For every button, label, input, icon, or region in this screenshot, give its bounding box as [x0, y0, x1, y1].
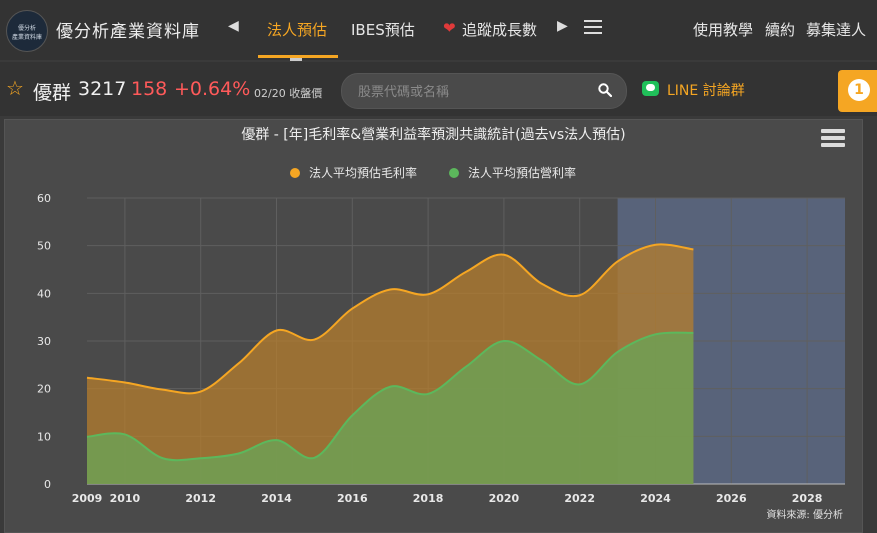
logo-text-line1: 優分析	[17, 25, 36, 32]
x-tick-label: 2026	[716, 492, 747, 505]
legend-marker-2	[449, 168, 459, 178]
x-tick-label: 2028	[792, 492, 823, 505]
nav-tab-track-growth[interactable]: 追蹤成長數	[462, 19, 537, 40]
chart-source-note: 資料來源: 優分析	[766, 508, 843, 521]
stock-name: 優群	[33, 82, 72, 104]
notification-count: 1	[848, 79, 870, 101]
link-renew[interactable]: 續約	[765, 19, 795, 40]
y-tick-label: 60	[37, 192, 51, 205]
line-app-icon[interactable]	[642, 81, 659, 96]
notification-badge-tab[interactable]: 1	[838, 70, 877, 112]
triangle-right-icon[interactable]: ▶	[557, 18, 568, 34]
site-title[interactable]: 優分析產業資料庫	[56, 17, 200, 42]
chart-panel: 0 10 20 30 40 50 60 2009 2010 2012 2014 2016 2018 202…	[4, 119, 863, 533]
x-tick-label: 2012	[185, 492, 216, 505]
top-navigation-bar: 優分析 產業資料庫 優分析產業資料庫 ◀ 法人預估 IBES預估 ❤ 追蹤成長數…	[0, 0, 877, 61]
stock-price: 158	[131, 78, 168, 100]
legend-marker-1	[290, 168, 300, 178]
site-logo[interactable]: 優分析 產業資料庫	[6, 10, 48, 52]
logo-text-line2: 產業資料庫	[11, 34, 42, 41]
chart-export-menu-icon[interactable]	[821, 129, 845, 151]
y-tick-label: 10	[37, 430, 51, 443]
y-tick-label: 0	[44, 478, 51, 491]
x-tick-label: 2022	[564, 492, 595, 505]
margin-forecast-chart: 0 10 20 30 40 50 60 2009 2010 2012 2014 2016 2018 202…	[37, 165, 845, 521]
hamburger-menu-icon[interactable]	[584, 20, 602, 34]
x-tick-label: 2014	[261, 492, 292, 505]
y-tick-label: 40	[37, 287, 51, 300]
triangle-left-icon[interactable]: ◀	[228, 18, 239, 34]
stock-search-box	[341, 73, 627, 109]
x-tick-label: 2018	[413, 492, 444, 505]
search-icon[interactable]	[598, 83, 612, 97]
x-tick-label: 2016	[337, 492, 368, 505]
star-favorite-icon[interactable]: ☆	[6, 76, 24, 100]
nav-tab-analyst-forecast[interactable]: 法人預估	[267, 19, 327, 40]
x-tick-label: 2009	[72, 492, 103, 505]
nav-tab-ibes-forecast[interactable]: IBES預估	[351, 19, 415, 40]
stock-close-date: 02/20 收盤價	[254, 87, 323, 100]
line-discussion-link[interactable]: LINE 討論群	[667, 80, 745, 100]
stock-quote-bar: ☆ 優群 3217 158 +0.64% 02/20 收盤價 LINE 討論群 …	[0, 62, 877, 116]
x-tick-label: 2024	[640, 492, 671, 505]
x-tick-label: 2020	[489, 492, 520, 505]
x-tick-label: 2010	[110, 492, 141, 505]
legend-label-1: 法人平均預估毛利率	[309, 165, 417, 180]
link-tutorial[interactable]: 使用教學	[693, 19, 753, 40]
y-tick-label: 30	[37, 335, 51, 348]
y-tick-label: 50	[37, 240, 51, 253]
y-tick-label: 20	[37, 383, 51, 396]
stock-code: 3217	[78, 78, 127, 100]
stock-search-input[interactable]	[356, 80, 590, 104]
active-tab-notch	[290, 58, 302, 61]
legend-label-2: 法人平均預估營利率	[468, 165, 576, 180]
chart-title: 優群 - [年]毛利率&營業利益率預測共識統計(過去vs法人預估)	[241, 127, 626, 143]
link-fundraising-expert[interactable]: 募集達人	[806, 19, 866, 40]
stock-change-percent: +0.64%	[174, 78, 251, 100]
heart-icon: ❤	[443, 19, 456, 37]
